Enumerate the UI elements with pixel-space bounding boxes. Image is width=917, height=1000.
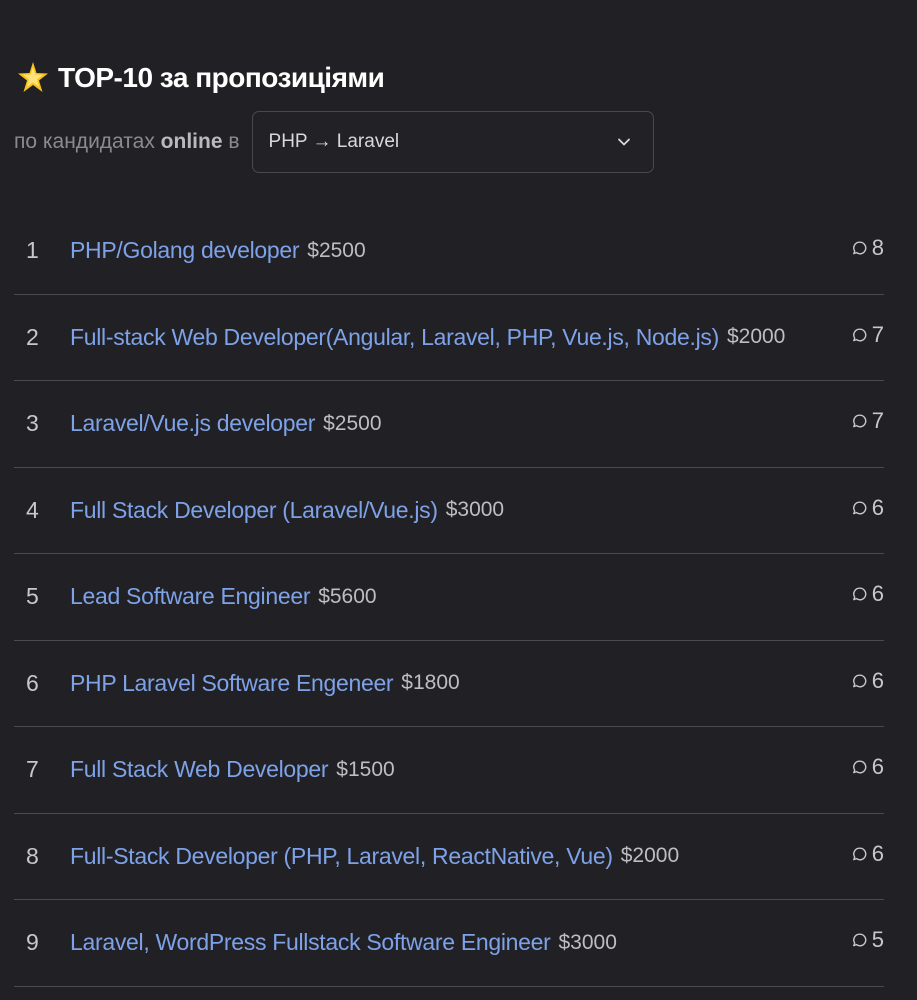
offers-count: 8 (852, 235, 884, 261)
category-select-value: PHP → Laravel (268, 131, 400, 152)
job-salary: $3000 (445, 498, 505, 522)
offers-count: 6 (852, 754, 884, 780)
list-item: 4 Full Stack Developer (Laravel/Vue.js) … (14, 468, 884, 554)
offers-count-value: 7 (871, 321, 884, 347)
job-title-link[interactable]: PHP/Golang developer (70, 237, 300, 264)
chat-bubble-icon (852, 501, 867, 514)
chat-bubble-icon (852, 760, 867, 774)
job-title-link[interactable]: PHP Laravel Software Engeneer (70, 670, 394, 697)
page-title: TOP-10 за пропозиціями (58, 62, 385, 93)
job-salary: $2000 (726, 325, 786, 349)
list-item: 5 Lead Software Engineer $5600 6 (14, 554, 884, 641)
filter-row: по кандидатах online в PHP → Laravel (14, 110, 654, 174)
offers-count-value: 6 (871, 667, 884, 693)
item-rank: 4 (26, 496, 39, 523)
chevron-down-icon (617, 138, 630, 146)
job-salary: $5600 (318, 584, 377, 608)
job-salary: $3000 (558, 930, 617, 954)
offers-count-value: 6 (871, 581, 884, 606)
offers-count-value: 6 (871, 754, 884, 779)
filter-label: по кандидатах online в (14, 130, 240, 154)
offers-count-value: 8 (871, 235, 884, 260)
filter-online-label: online (160, 130, 223, 153)
job-title-link[interactable]: Full-stack Web Developer(Angular, Larave… (70, 324, 719, 351)
filter-prefix: по кандидатах (14, 130, 155, 153)
list-item: 1 PHP/Golang developer $2500 8 (14, 208, 884, 295)
offers-count: 6 (852, 841, 884, 867)
list-item: 3 Laravel/Vue.js developer $2500 7 (14, 381, 884, 468)
job-salary: $2000 (620, 844, 680, 868)
offers-count: 7 (852, 408, 884, 434)
list-item: 2 Full-stack Web Developer(Angular, Lara… (14, 295, 884, 381)
offers-count-value: 5 (871, 927, 884, 952)
list-item: 8 Full-Stack Developer (PHP, Laravel, Re… (14, 814, 884, 900)
chat-bubble-icon (852, 674, 867, 687)
offers-count-value: 6 (871, 840, 884, 866)
list-item: 6 PHP Laravel Software Engeneer $1800 6 (14, 641, 884, 727)
job-salary: $2500 (307, 238, 366, 262)
offers-list: 1 PHP/Golang developer $2500 8 2 Full-st… (14, 208, 884, 987)
chat-bubble-icon (852, 328, 867, 341)
job-title-link[interactable]: Laravel, WordPress Fullstack Software En… (70, 929, 551, 956)
item-rank: 6 (26, 669, 39, 696)
filter-suffix: в (228, 130, 240, 153)
offers-count-value: 6 (871, 494, 884, 520)
list-item: 9 Laravel, WordPress Fullstack Software … (14, 900, 884, 987)
chat-bubble-icon (852, 587, 867, 601)
top-offers-panel: TOP-10 за пропозиціями по кандидатах onl… (0, 0, 917, 1000)
offers-count: 6 (852, 581, 884, 607)
panel-header: TOP-10 за пропозиціями (16, 56, 385, 100)
job-title-link[interactable]: Laravel/Vue.js developer (70, 410, 315, 437)
item-rank: 2 (26, 323, 39, 350)
glowing-star-icon (18, 62, 48, 92)
item-rank: 5 (26, 583, 39, 610)
job-title-link[interactable]: Full Stack Web Developer (70, 756, 329, 783)
item-rank: 8 (26, 842, 39, 869)
item-rank: 7 (26, 756, 39, 783)
chat-bubble-icon (852, 847, 867, 860)
chat-bubble-icon (852, 414, 867, 428)
list-item: 7 Full Stack Web Developer $1500 6 (14, 727, 884, 814)
job-title-link[interactable]: Full-Stack Developer (PHP, Laravel, Reac… (70, 843, 613, 870)
offers-count: 6 (852, 668, 884, 694)
chat-bubble-icon (852, 241, 867, 255)
item-rank: 3 (26, 410, 39, 437)
item-rank: 9 (26, 929, 39, 956)
offers-count: 7 (852, 322, 884, 348)
job-title-link[interactable]: Full Stack Developer (Laravel/Vue.js) (70, 497, 438, 524)
item-rank: 1 (26, 237, 39, 264)
offers-count-value: 7 (871, 408, 884, 433)
category-select[interactable]: PHP → Laravel (251, 111, 654, 173)
job-salary: $1500 (336, 757, 395, 781)
chat-bubble-icon (852, 933, 867, 947)
job-salary: $2500 (323, 411, 382, 435)
offers-count: 5 (852, 927, 884, 953)
job-salary: $1800 (401, 671, 460, 695)
offers-count: 6 (852, 495, 884, 521)
job-title-link[interactable]: Lead Software Engineer (70, 583, 310, 610)
